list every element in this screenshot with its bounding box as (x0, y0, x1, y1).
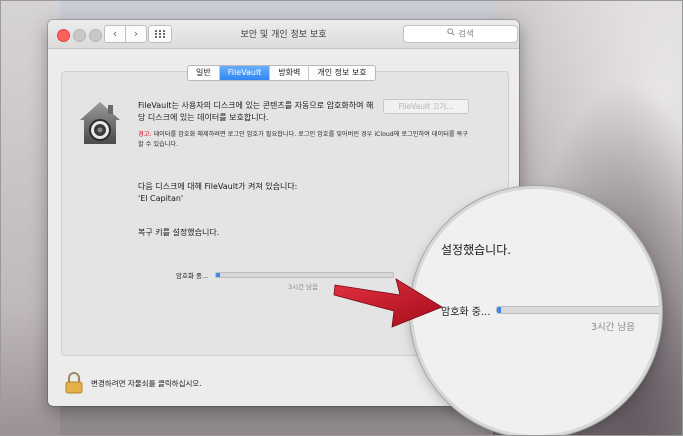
image-border (0, 0, 683, 436)
